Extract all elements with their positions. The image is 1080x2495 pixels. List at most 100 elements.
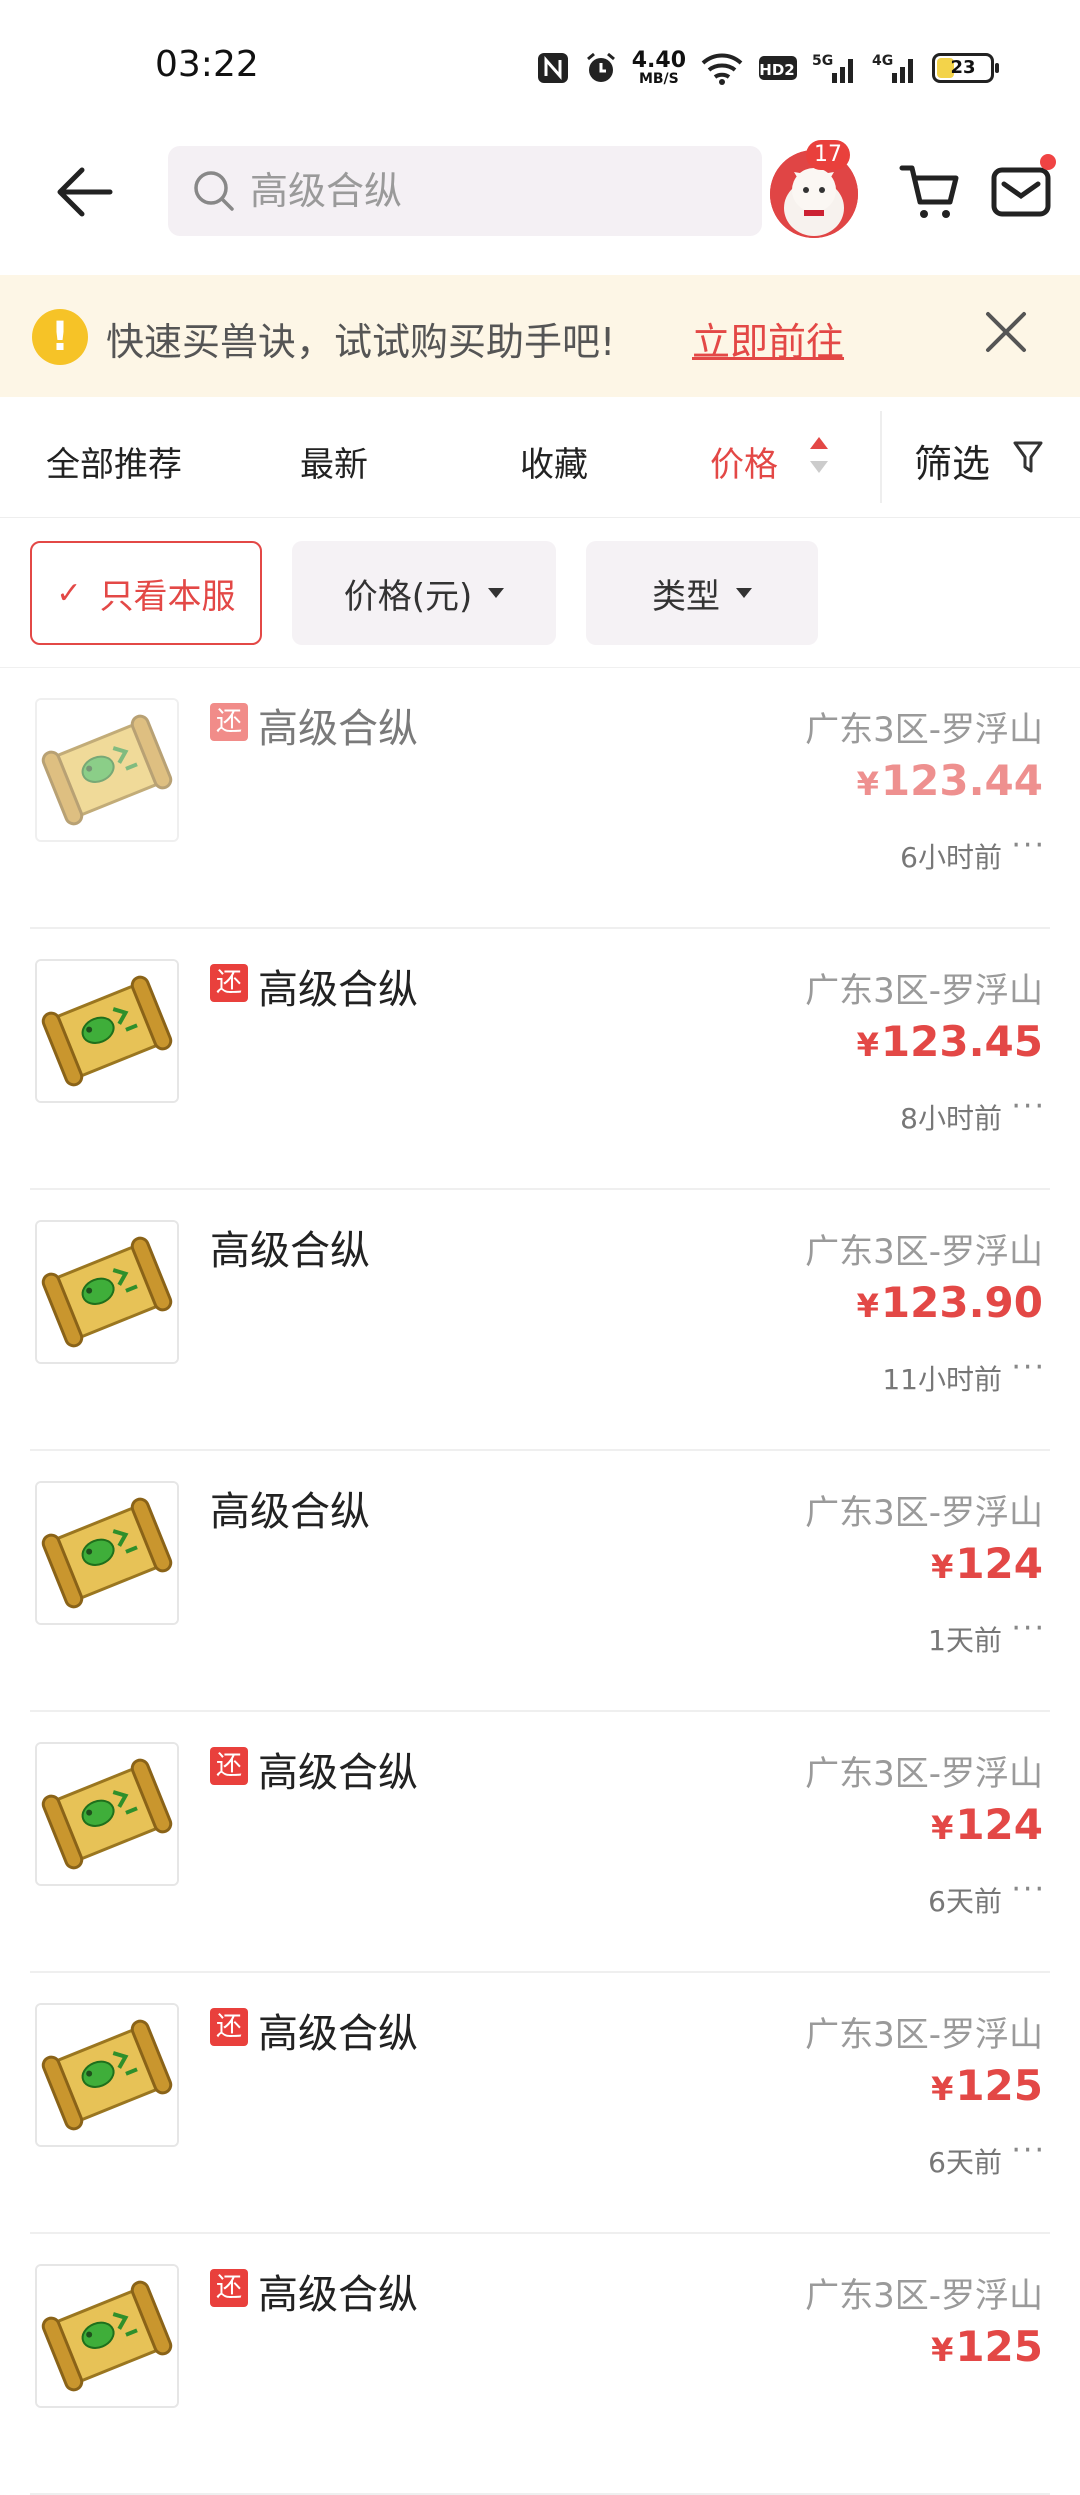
item-title: 高级合纵 bbox=[210, 1228, 370, 1274]
item-price: ¥124 bbox=[931, 1800, 1043, 1849]
top-bar: 17 bbox=[0, 130, 1080, 275]
nfc-icon bbox=[537, 53, 568, 83]
currency-symbol: ¥ bbox=[856, 1026, 879, 1064]
item-server: 广东3区-罗浮山 bbox=[805, 1754, 1043, 1794]
scroll-item-thumbnail bbox=[35, 2003, 179, 2147]
hd-label: HD2 bbox=[759, 61, 794, 79]
price-amount: 123.45 bbox=[880, 1017, 1043, 1066]
status-icons: 4.40 MB/S HD2 5G 4G 23 bbox=[536, 48, 999, 88]
more-icon[interactable]: ··· bbox=[1011, 1611, 1046, 1646]
item-time-ago: 6天前 bbox=[928, 2146, 1002, 2179]
list-item[interactable]: 高级合纵 广东3区-罗浮山 ¥124 1天前 ··· bbox=[0, 1451, 1080, 1712]
scroll-item-thumbnail bbox=[35, 1220, 179, 1364]
tab-recommend[interactable]: 全部推荐 bbox=[46, 437, 182, 486]
price-amount: 124 bbox=[955, 1539, 1043, 1588]
sort-arrows-icon bbox=[810, 437, 828, 473]
more-icon[interactable]: ··· bbox=[1011, 2133, 1046, 2168]
filter-chips: ✓ 只看本服 价格(元) 类型 bbox=[0, 517, 1080, 668]
sim2-label: 4G bbox=[872, 53, 893, 69]
item-server: 广东3区-罗浮山 bbox=[805, 710, 1043, 750]
item-server: 广东3区-罗浮山 bbox=[805, 971, 1043, 1011]
return-tag: 还 bbox=[210, 703, 248, 741]
scroll-item-thumbnail bbox=[35, 698, 179, 842]
item-price: ¥123.45 bbox=[857, 1017, 1043, 1066]
scroll-icon bbox=[37, 1744, 177, 1884]
price-amount: 125 bbox=[955, 2061, 1043, 2110]
tab-latest[interactable]: 最新 bbox=[300, 437, 368, 486]
net-speed-value: 4.40 bbox=[631, 48, 686, 73]
chip-this-server-label: 只看本服 bbox=[99, 576, 236, 617]
currency-symbol: ¥ bbox=[931, 2070, 954, 2108]
list-item[interactable]: 高级合纵 广东3区-罗浮山 ¥123.90 11小时前 ··· bbox=[0, 1190, 1080, 1451]
message-count-badge: 17 bbox=[806, 140, 850, 170]
scroll-icon bbox=[37, 961, 177, 1101]
battery-icon: 23 bbox=[932, 53, 999, 83]
item-time-ago: 11小时前 bbox=[882, 1363, 1002, 1396]
hd-icon: HD2 bbox=[759, 56, 797, 80]
net-speed-unit: MB/S bbox=[638, 71, 679, 87]
item-title: 高级合纵 bbox=[258, 706, 418, 752]
signal-4g-icon: 4G bbox=[872, 53, 913, 83]
more-icon[interactable]: ··· bbox=[1011, 1350, 1046, 1385]
sim1-label: 5G bbox=[812, 53, 833, 69]
mail-icon[interactable] bbox=[990, 162, 1052, 222]
chip-type[interactable]: 类型 bbox=[586, 541, 818, 645]
tab-price[interactable]: 价格 bbox=[710, 437, 778, 486]
search-input[interactable] bbox=[248, 168, 732, 214]
more-icon[interactable]: ··· bbox=[1011, 1089, 1046, 1124]
scroll-item-thumbnail bbox=[35, 959, 179, 1103]
signal-5g-icon: 5G bbox=[812, 53, 853, 83]
item-price: ¥124 bbox=[931, 1539, 1043, 1588]
wifi-icon bbox=[701, 53, 743, 85]
close-icon[interactable] bbox=[982, 308, 1030, 356]
list-item[interactable]: 还 高级合纵 广东3区-罗浮山 ¥125 bbox=[0, 2234, 1080, 2495]
item-server: 广东3区-罗浮山 bbox=[805, 1232, 1043, 1272]
item-server: 广东3区-罗浮山 bbox=[805, 2015, 1043, 2055]
return-tag: 还 bbox=[210, 1747, 248, 1785]
chip-price-label: 价格(元) bbox=[343, 576, 473, 617]
net-speed: 4.40 MB/S bbox=[631, 48, 686, 87]
item-time-ago: 6天前 bbox=[928, 1885, 1002, 1918]
more-icon[interactable]: ··· bbox=[1011, 828, 1046, 863]
price-amount: 124 bbox=[955, 1800, 1043, 1849]
price-amount: 123.44 bbox=[880, 756, 1043, 805]
chip-price[interactable]: 价格(元) bbox=[292, 541, 556, 645]
alarm-icon bbox=[586, 52, 615, 82]
back-arrow-icon[interactable] bbox=[52, 160, 116, 224]
item-title: 高级合纵 bbox=[258, 2011, 418, 2057]
search-box[interactable] bbox=[168, 146, 762, 236]
return-tag: 还 bbox=[210, 2008, 248, 2046]
scroll-icon bbox=[37, 1483, 177, 1623]
currency-symbol: ¥ bbox=[856, 765, 879, 803]
item-title: 高级合纵 bbox=[258, 1750, 418, 1796]
check-icon: ✓ bbox=[56, 575, 82, 611]
unread-dot bbox=[1040, 154, 1056, 170]
list-item[interactable]: 还 高级合纵 广东3区-罗浮山 ¥123.44 6小时前 ··· bbox=[0, 668, 1080, 929]
currency-symbol: ¥ bbox=[931, 2331, 954, 2369]
item-time-ago: 6小时前 bbox=[900, 841, 1002, 874]
item-price: ¥123.44 bbox=[857, 756, 1043, 805]
divider bbox=[880, 411, 882, 503]
chip-this-server[interactable]: ✓ 只看本服 bbox=[30, 541, 262, 645]
list-item[interactable]: 还 高级合纵 广东3区-罗浮山 ¥125 6天前 ··· bbox=[0, 1973, 1080, 2234]
filter-icon[interactable] bbox=[1012, 439, 1044, 475]
tab-favorite[interactable]: 收藏 bbox=[520, 437, 588, 486]
banner-go-link[interactable]: 立即前往 bbox=[692, 311, 844, 366]
more-icon[interactable]: ··· bbox=[1011, 1872, 1046, 1907]
cart-icon[interactable] bbox=[898, 160, 962, 224]
price-amount: 123.90 bbox=[880, 1278, 1043, 1327]
currency-symbol: ¥ bbox=[931, 1809, 954, 1847]
item-title: 高级合纵 bbox=[258, 2272, 418, 2318]
list-item[interactable]: 还 高级合纵 广东3区-罗浮山 ¥123.45 8小时前 ··· bbox=[0, 929, 1080, 1190]
item-price: ¥125 bbox=[931, 2061, 1043, 2110]
search-icon bbox=[194, 171, 234, 211]
scroll-icon bbox=[37, 700, 177, 840]
list-item[interactable]: 还 高级合纵 广东3区-罗浮山 ¥124 6天前 ··· bbox=[0, 1712, 1080, 1973]
item-server: 广东3区-罗浮山 bbox=[805, 2276, 1043, 2316]
currency-symbol: ¥ bbox=[931, 1548, 954, 1586]
filter-button[interactable]: 筛选 bbox=[914, 433, 990, 488]
scroll-icon bbox=[37, 1222, 177, 1362]
banner-text: 快速买兽诀，试试购买助手吧! bbox=[106, 320, 616, 364]
currency-symbol: ¥ bbox=[856, 1287, 879, 1325]
item-title: 高级合纵 bbox=[258, 967, 418, 1013]
